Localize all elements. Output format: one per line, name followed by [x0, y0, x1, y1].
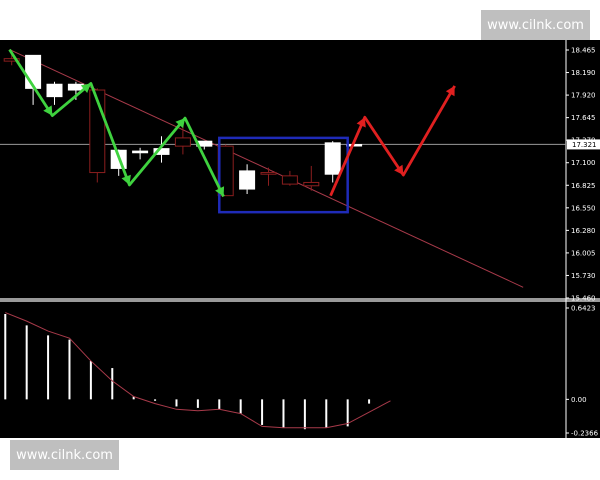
price-tick-label: 15.730 — [571, 272, 596, 280]
price-tick-label: 17.645 — [571, 114, 596, 122]
macd-tick-label: -0.2366 — [571, 430, 599, 438]
panel-divider — [0, 298, 600, 302]
candle-body — [324, 142, 341, 175]
current-price-label: 17.321 — [572, 141, 597, 149]
price-tick-label: 16.825 — [571, 182, 596, 190]
candle-body — [303, 181, 320, 187]
candle-body — [260, 172, 277, 175]
candle-body — [281, 175, 298, 185]
price-tick-label: 16.550 — [571, 204, 596, 212]
candle-body — [174, 137, 191, 147]
candle-body — [46, 83, 63, 98]
price-tick-label: 18.465 — [571, 47, 596, 55]
price-tick-label: 17.920 — [571, 92, 596, 100]
candle-body — [67, 83, 84, 91]
watermark-bottom: www.cilnk.com — [10, 440, 119, 470]
macd-tick-label: 0.00 — [571, 396, 587, 404]
macd-tick-label: 0.6423 — [571, 305, 596, 313]
candle-body — [239, 170, 256, 190]
price-tick-label: 17.100 — [571, 159, 596, 167]
candle-body — [132, 150, 149, 154]
watermark-top: www.cilnk.com — [481, 10, 590, 40]
price-tick-label: 16.005 — [571, 249, 596, 257]
chart: 18.46518.19017.92017.64517.37017.10016.8… — [0, 40, 600, 438]
price-tick-label: 15.460 — [571, 295, 596, 303]
price-tick-label: 18.190 — [571, 69, 596, 77]
price-tick-label: 16.280 — [571, 227, 596, 235]
